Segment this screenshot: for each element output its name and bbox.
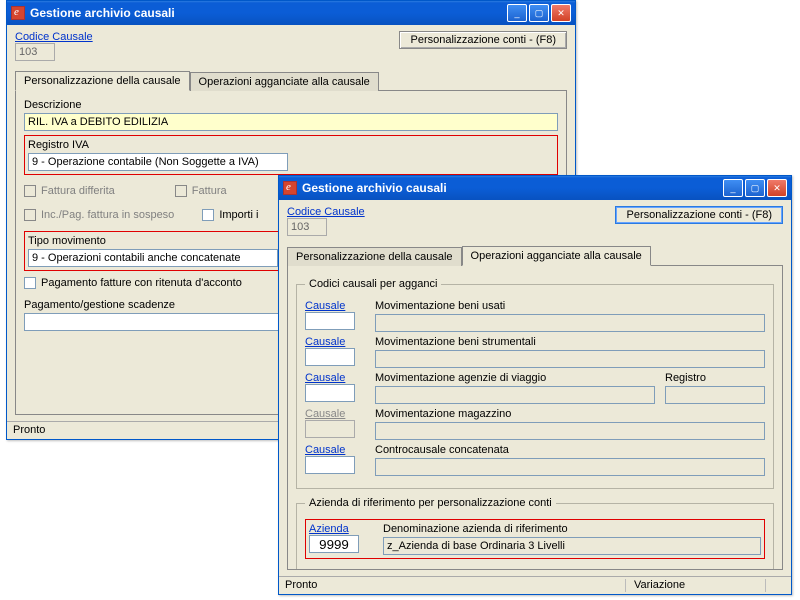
tab-personalizzazione[interactable]: Personalizzazione della causale [15,71,190,91]
hook-row: Causale Movimentazione beni usati [305,300,765,332]
azienda-code-input[interactable] [309,535,359,553]
denominazione-input [383,537,761,555]
hook-row: Causale Movimentazione magazzino [305,408,765,440]
personalizzazione-conti-button[interactable]: Personalizzazione conti - (F8) [399,31,567,49]
hook-label: Movimentazione agenzie di viaggio [375,372,655,384]
hook-label: Movimentazione magazzino [375,408,765,420]
azienda-riferimento-group: Azienda di riferimento per personalizzaz… [296,497,774,570]
titlebar[interactable]: Gestione archivio causali _ ▢ ✕ [7,1,575,25]
checkbox-icon [175,185,187,197]
tab-personalizzazione[interactable]: Personalizzazione della causale [287,247,462,266]
causale-link[interactable]: Causale [305,300,345,312]
descrizione-label: Descrizione [24,99,558,111]
window-causali-front: Gestione archivio causali _ ▢ ✕ Codice C… [278,175,792,595]
tab-operazioni-agganciate[interactable]: Operazioni agganciate alla causale [462,246,651,266]
registro-input [665,386,765,404]
causale-code-input[interactable] [305,348,355,366]
hook-description-input [375,422,765,440]
descrizione-input[interactable] [24,113,558,131]
registro-label: Registro [665,372,765,384]
hook-description-input [375,458,765,476]
check-importi[interactable]: Importi i [202,209,258,221]
causale-code-input[interactable] [305,384,355,402]
hook-label: Controcausale concatenata [375,444,765,456]
status-text: Pronto [285,579,625,592]
causale-link[interactable]: Causale [305,372,345,384]
azienda-link[interactable]: Azienda [309,523,369,535]
causale-code-input[interactable] [305,456,355,474]
hook-label: Movimentazione beni usati [375,300,765,312]
causale-link[interactable]: Causale [305,444,345,456]
tab-operazioni-agganciate[interactable]: Operazioni agganciate alla causale [190,72,379,91]
codici-causali-group: Codici causali per agganci Causale Movime… [296,278,774,489]
codice-causale-input [15,43,55,61]
hook-description-input [375,386,655,404]
check-fattura-differita: Fattura differita [24,185,115,197]
check-incpag-sospeso: Inc./Pag. fattura in sospeso [24,209,174,221]
hook-description-input [375,350,765,368]
causale-code-input[interactable] [305,312,355,330]
hook-row: Causale Movimentazione beni strumentali [305,336,765,368]
hook-description-input [375,314,765,332]
registro-iva-label: Registro IVA [28,139,554,151]
hook-row: Causale Controcausale concatenata [305,444,765,476]
maximize-button[interactable]: ▢ [745,179,765,197]
app-icon [11,6,25,20]
checkbox-icon [24,209,36,221]
causale-code-input [305,420,355,438]
window-title: Gestione archivio causali [30,6,507,20]
azienda-highlight: Azienda Denominazione azienda di riferim… [305,519,765,559]
codice-causale-input [287,218,327,236]
checkbox-icon[interactable] [24,277,36,289]
app-icon [283,181,297,195]
azienda-riferimento-legend: Azienda di riferimento per personalizzaz… [305,497,556,509]
status-mode: Variazione [625,579,765,592]
hook-label: Movimentazione beni strumentali [375,336,765,348]
registro-iva-highlight: Registro IVA [24,135,558,175]
maximize-button[interactable]: ▢ [529,4,549,22]
codice-causale-link[interactable]: Codice Causale [15,31,93,43]
hook-row: Causale Movimentazione agenzie di viaggio… [305,372,765,404]
causale-link[interactable]: Causale [305,336,345,348]
check-fattura: Fattura [175,185,227,197]
codici-causali-legend: Codici causali per agganci [305,278,441,290]
denominazione-label: Denominazione azienda di riferimento [383,523,761,535]
pagamento-gestione-input[interactable] [24,313,284,331]
causale-link: Causale [305,408,345,420]
statusbar: Pronto Variazione [279,576,791,594]
checkbox-icon [24,185,36,197]
window-title: Gestione archivio causali [302,181,723,195]
codice-causale-link[interactable]: Codice Causale [287,206,365,218]
minimize-button[interactable]: _ [723,179,743,197]
tipo-movimento-input[interactable] [28,249,278,267]
minimize-button[interactable]: _ [507,4,527,22]
registro-iva-input[interactable] [28,153,288,171]
checkbox-icon[interactable] [202,209,214,221]
personalizzazione-conti-button[interactable]: Personalizzazione conti - (F8) [615,206,783,224]
titlebar[interactable]: Gestione archivio causali _ ▢ ✕ [279,176,791,200]
close-button[interactable]: ✕ [551,4,571,22]
close-button[interactable]: ✕ [767,179,787,197]
